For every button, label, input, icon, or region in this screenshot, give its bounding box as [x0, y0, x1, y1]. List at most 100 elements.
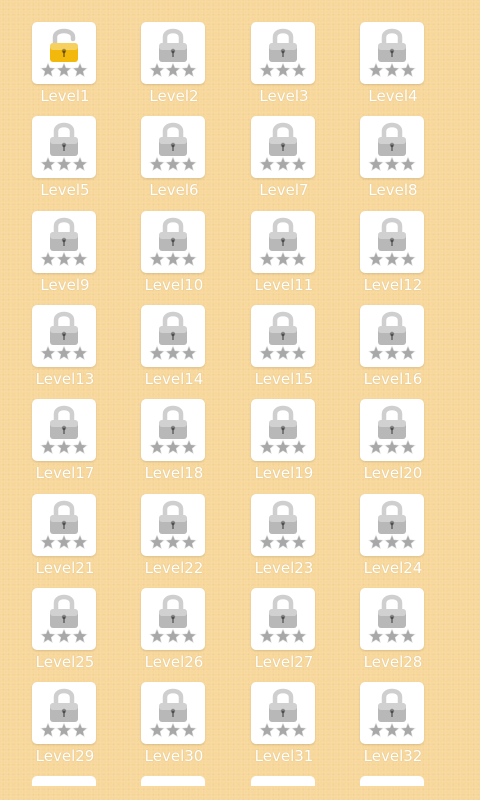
star-rating — [259, 62, 307, 78]
star-rating — [368, 345, 416, 361]
level-label: Level18 — [144, 464, 204, 483]
level-label: Level8 — [368, 181, 418, 200]
padlock-icon — [269, 123, 297, 157]
padlock-icon — [159, 123, 187, 157]
level-tile[interactable]: Level25 — [20, 587, 110, 676]
padlock-icon — [50, 123, 78, 157]
star-rating — [368, 62, 416, 78]
level-label: Level1 — [40, 87, 90, 105]
star-icon — [384, 345, 400, 361]
star-icon — [384, 533, 400, 549]
star-rating — [149, 62, 197, 78]
level-tile[interactable]: Level28 — [348, 587, 438, 676]
level-tile[interactable]: Level18 — [129, 399, 219, 487]
level-tile[interactable]: Level7 — [239, 116, 329, 204]
star-rating — [368, 533, 416, 549]
star-icon — [368, 722, 384, 738]
level-tile[interactable]: Level29 — [20, 682, 110, 770]
level-tile[interactable]: Level22 — [129, 493, 219, 582]
level-tile[interactable]: Level20 — [348, 399, 438, 487]
level-card — [360, 399, 424, 462]
padlock-icon — [269, 311, 297, 345]
level-tile[interactable]: Level8 — [348, 116, 438, 204]
star-icon — [56, 62, 72, 78]
level-label: Level11 — [254, 275, 314, 294]
star-icon — [384, 628, 400, 643]
level-tile[interactable]: Level17 — [20, 399, 110, 487]
level-tile[interactable]: Level16 — [348, 304, 438, 393]
level-tile[interactable]: Level14 — [129, 304, 219, 393]
unlocked-padlock-icon — [50, 28, 78, 62]
level-label: Level29 — [35, 747, 95, 766]
level-tile[interactable]: Level13 — [20, 304, 110, 393]
star-icon — [275, 439, 291, 455]
level-card — [251, 210, 315, 273]
star-icon — [368, 250, 384, 266]
level-tile[interactable]: Level10 — [129, 210, 219, 299]
star-icon — [40, 628, 56, 643]
level-tile[interactable]: Level1 — [20, 22, 110, 110]
star-icon — [149, 156, 165, 172]
star-icon — [165, 345, 181, 361]
star-icon — [400, 722, 416, 738]
level-card — [251, 493, 315, 556]
level-tile[interactable]: Level15 — [239, 304, 329, 393]
level-tile[interactable]: Level9 — [20, 210, 110, 299]
star-icon — [368, 345, 384, 361]
star-icon — [259, 156, 275, 172]
level-tile[interactable]: Level2 — [129, 22, 219, 110]
level-tile[interactable]: Level23 — [239, 493, 329, 582]
level-label: Level5 — [40, 181, 90, 200]
level-label: Level26 — [144, 652, 204, 671]
level-tile[interactable]: Level32 — [348, 682, 438, 770]
level-card — [251, 682, 315, 745]
padlock-icon — [159, 405, 187, 440]
level-tile[interactable]: Level26 — [129, 587, 219, 676]
level-label: Level30 — [144, 747, 204, 766]
star-icon — [291, 62, 307, 78]
level-label: Level25 — [35, 652, 95, 671]
star-rating — [40, 439, 88, 455]
star-icon — [259, 439, 275, 455]
star-icon — [259, 250, 275, 266]
level-label: Level23 — [254, 558, 314, 577]
level-tile[interactable]: Level5 — [20, 116, 110, 204]
level-label: Level6 — [149, 181, 199, 200]
padlock-icon — [269, 217, 297, 251]
star-icon — [149, 533, 165, 549]
level-tile[interactable]: Level21 — [20, 493, 110, 582]
padlock-icon — [159, 311, 187, 345]
level-tile[interactable]: Level30 — [129, 682, 219, 770]
level-tile[interactable]: Level3 — [239, 22, 329, 110]
star-icon — [40, 533, 56, 549]
level-tile[interactable]: Level4 — [348, 22, 438, 110]
level-label: Level7 — [259, 181, 309, 200]
star-icon — [275, 156, 291, 172]
star-icon — [149, 722, 165, 738]
star-icon — [368, 628, 384, 643]
star-rating — [259, 156, 307, 172]
level-label: Level2 — [149, 87, 199, 105]
level-tile[interactable]: Level24 — [348, 493, 438, 582]
star-icon — [56, 439, 72, 455]
star-icon — [165, 250, 181, 266]
padlock-icon — [269, 594, 297, 628]
star-icon — [291, 156, 307, 172]
level-label: Level13 — [35, 369, 95, 388]
star-icon — [259, 628, 275, 643]
level-tile[interactable]: Level6 — [129, 116, 219, 204]
level-card — [32, 587, 96, 650]
level-tile[interactable]: Level27 — [239, 587, 329, 676]
level-tile[interactable]: Level12 — [348, 210, 438, 299]
star-icon — [40, 156, 56, 172]
level-card — [251, 304, 315, 367]
level-label: Level4 — [368, 87, 418, 105]
level-tile[interactable]: Level11 — [239, 210, 329, 299]
level-tile[interactable]: Level31 — [239, 682, 329, 770]
level-grid: Level1 Level2 Level3 Level4 Level5 Level… — [0, 0, 480, 800]
star-icon — [275, 722, 291, 738]
star-icon — [40, 62, 56, 78]
padlock-icon — [50, 688, 78, 723]
level-card — [360, 493, 424, 556]
level-tile[interactable]: Level19 — [239, 399, 329, 487]
